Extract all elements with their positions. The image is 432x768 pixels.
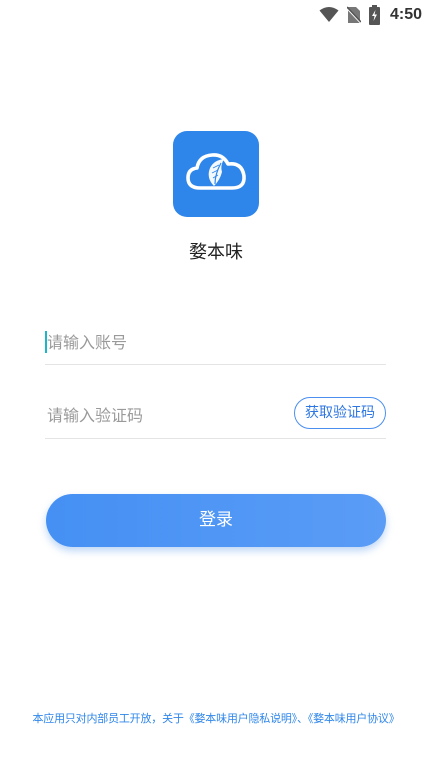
get-code-button[interactable]: 获取验证码 bbox=[294, 397, 386, 429]
footer-notice: 本应用只对内部员工开放，关于《婺本味用户隐私说明》、《婺本味用户协议》 bbox=[0, 710, 432, 726]
status-icons: 4:50 bbox=[319, 3, 422, 27]
footer-separator: 、 bbox=[297, 712, 308, 725]
verification-code-field: 获取验证码 bbox=[45, 395, 386, 439]
footer-prefix: 本应用只对内部员工开放，关于 bbox=[32, 712, 184, 725]
cloud-feather-icon bbox=[184, 148, 248, 200]
wifi-icon bbox=[319, 7, 339, 23]
status-bar: 4:50 bbox=[0, 0, 432, 30]
login-screen: 4:50 婺本味 获取验证码 登录 本应用只对内部员工开放，关于《婺本味用户隐私… bbox=[0, 0, 432, 768]
no-sim-icon bbox=[346, 6, 361, 24]
app-logo bbox=[173, 131, 259, 217]
status-time: 4:50 bbox=[389, 6, 422, 23]
user-agreement-link[interactable]: 《婺本味用户协议》 bbox=[308, 712, 400, 725]
verification-code-input[interactable] bbox=[47, 403, 277, 427]
app-name: 婺本味 bbox=[189, 242, 243, 263]
privacy-policy-link[interactable]: 《婺本味用户隐私说明》 bbox=[184, 712, 298, 725]
battery-charging-icon bbox=[368, 5, 380, 25]
account-input[interactable] bbox=[47, 330, 277, 354]
login-button[interactable]: 登录 bbox=[46, 494, 386, 547]
account-field bbox=[45, 322, 386, 365]
